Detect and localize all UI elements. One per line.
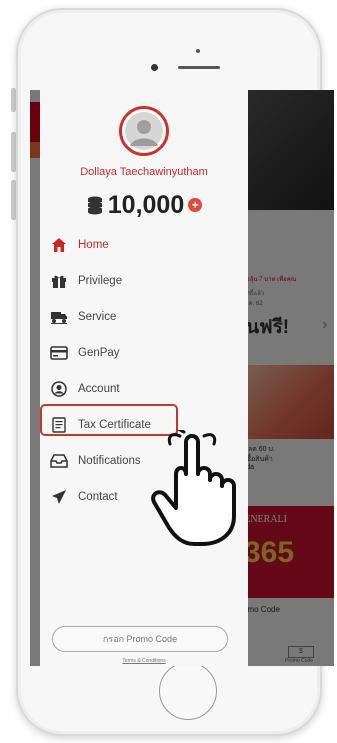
coin-stack-icon: [87, 196, 102, 215]
menu-item-service[interactable]: Service: [40, 302, 248, 332]
avatar[interactable]: [119, 106, 169, 156]
menu-item-label: GenPay: [78, 347, 120, 359]
points-value: 10,000: [107, 190, 185, 219]
front-camera: [151, 64, 158, 71]
home-button[interactable]: [159, 662, 217, 720]
add-points-icon[interactable]: +: [188, 198, 203, 212]
menu-item-label: Account: [78, 383, 120, 395]
phone-screen: สมัครลุ้น 7 บาท เพื่อคุณ รับสิทธิ์แล้ว 3…: [30, 90, 334, 666]
menu-item-account[interactable]: Account: [40, 374, 248, 404]
menu-item-genpay[interactable]: GenPay: [40, 338, 248, 368]
menu-item-label: Service: [78, 311, 117, 323]
menu-item-label: Notifications: [78, 455, 141, 467]
card-icon: [50, 344, 68, 362]
menu-item-label: Contact: [78, 491, 118, 503]
menu-item-privilege[interactable]: Privilege: [40, 266, 248, 296]
points-balance: 10,000 +: [40, 190, 248, 220]
earpiece-speaker: [178, 66, 220, 69]
menu-item-label: Privilege: [78, 275, 123, 287]
user-name: Dollaya Taechawinyutham: [80, 166, 208, 178]
user-silhouette-icon: [125, 112, 163, 150]
user-icon: [50, 380, 68, 398]
truck-icon: [50, 308, 68, 326]
menu-item-label: Home: [78, 239, 109, 251]
proximity-sensor: [196, 49, 200, 53]
promo-code-input[interactable]: [52, 626, 228, 652]
send-icon: [50, 488, 68, 506]
inbox-icon: [50, 452, 68, 470]
menu-item-home[interactable]: Home: [40, 230, 248, 260]
side-drawer: Dollaya Taechawinyutham 10,000 + Home Pr…: [40, 90, 248, 666]
gift-icon: [50, 272, 68, 290]
terms-link[interactable]: Terms & Conditions: [40, 658, 248, 664]
tap-hand-icon: [151, 430, 236, 546]
home-icon: [50, 236, 68, 254]
